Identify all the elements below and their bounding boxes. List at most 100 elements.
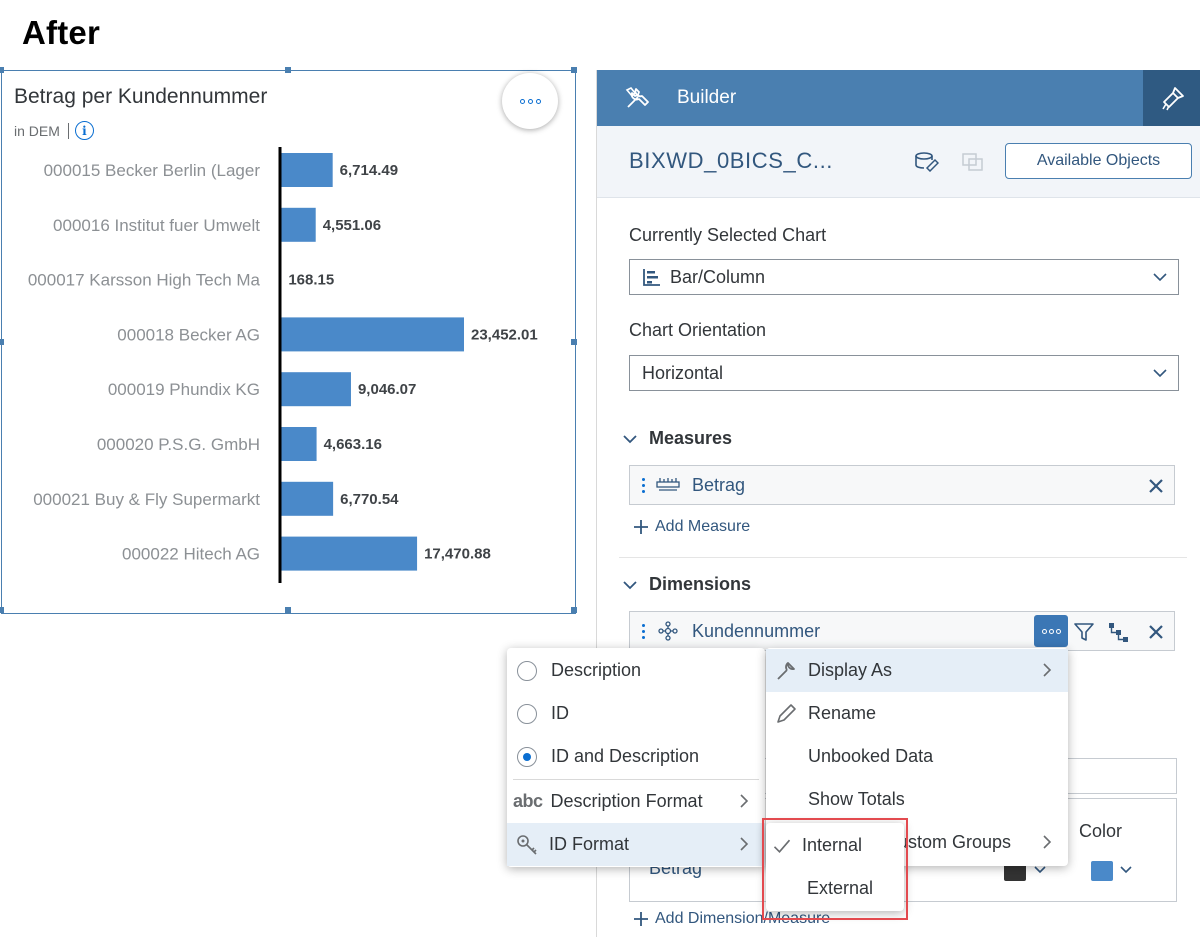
chevron-right-icon bbox=[1043, 835, 1052, 849]
menu-item-label: ID Format bbox=[549, 834, 630, 854]
value-label: 168.15 bbox=[288, 272, 334, 289]
paintbrush-icon bbox=[1162, 87, 1184, 111]
menu-item-label: Description Format bbox=[550, 791, 703, 811]
category-label: 000015 Becker Berlin (Lager bbox=[44, 161, 261, 180]
value-label: 4,551.06 bbox=[323, 217, 381, 234]
selected-chart-label: Currently Selected Chart bbox=[629, 225, 827, 245]
chevron-down-icon bbox=[1153, 369, 1167, 378]
value-label: 17,470.88 bbox=[424, 546, 491, 563]
radio-button[interactable] bbox=[517, 703, 537, 724]
dimension-more-button[interactable] bbox=[1034, 615, 1068, 647]
category-label: 000018 Becker AG bbox=[117, 325, 260, 344]
divider bbox=[619, 557, 1187, 558]
menu-item-display-as[interactable]: Display As bbox=[766, 649, 1068, 692]
category-label: 000016 Institut fuer Umwelt bbox=[53, 216, 260, 235]
bar[interactable] bbox=[280, 372, 351, 407]
menu-item-unbooked-data[interactable]: Unbooked Data bbox=[766, 735, 1068, 778]
menu-item-label: ID bbox=[551, 703, 569, 723]
category-label: 000017 Karsson High Tech Ma bbox=[28, 271, 261, 290]
abc-icon: abc bbox=[513, 791, 543, 811]
remove-icon[interactable] bbox=[1146, 622, 1166, 642]
menu-item-label: Rename bbox=[808, 703, 877, 723]
measure-name: Betrag bbox=[692, 474, 746, 495]
copy-icon bbox=[962, 153, 983, 171]
builder-title: Builder bbox=[677, 87, 737, 108]
available-objects-button[interactable]: Available Objects bbox=[1005, 143, 1192, 179]
wrench-icon bbox=[777, 661, 795, 680]
page-heading: After bbox=[22, 14, 101, 51]
builder-header: Builder bbox=[597, 70, 1200, 126]
category-label: 000020 P.S.G. GmbH bbox=[97, 435, 260, 454]
hierarchy-icon[interactable] bbox=[1106, 620, 1130, 644]
bar[interactable] bbox=[280, 207, 316, 242]
add-measure-label: Add Measure bbox=[655, 518, 751, 535]
value-label: 6,714.49 bbox=[340, 162, 398, 179]
menu-item-label: Unbooked Data bbox=[808, 746, 934, 766]
menu-item-label: Description bbox=[551, 660, 642, 680]
measures-section-header[interactable]: Measures bbox=[623, 428, 732, 449]
plus-icon bbox=[634, 520, 648, 534]
highlight-annotation bbox=[762, 818, 908, 920]
radio-button[interactable] bbox=[517, 660, 537, 681]
drag-handle[interactable] bbox=[642, 477, 646, 493]
menu-item-label: ustom Groups bbox=[898, 832, 1012, 852]
edit-model-icon[interactable] bbox=[913, 150, 939, 172]
bar-chart: 000015 Becker Berlin (Lager 6,714.49 00001… bbox=[28, 147, 538, 583]
styling-tab[interactable] bbox=[1143, 70, 1200, 126]
value-label: 9,046.07 bbox=[358, 381, 416, 398]
radio-button-selected[interactable] bbox=[517, 746, 537, 767]
dimensions-section-header[interactable]: Dimensions bbox=[623, 574, 751, 595]
orientation-label: Chart Orientation bbox=[629, 320, 767, 340]
key-icon bbox=[517, 834, 537, 855]
bar[interactable] bbox=[280, 317, 464, 352]
plus-icon bbox=[634, 912, 648, 926]
dimension-name: Kundennummer bbox=[692, 620, 821, 641]
value-label: 4,663.16 bbox=[324, 436, 382, 453]
tools-icon[interactable] bbox=[623, 84, 651, 112]
value-label: 23,452.01 bbox=[471, 326, 538, 343]
chevron-down-icon[interactable] bbox=[1119, 864, 1133, 876]
menu-item-label: Display As bbox=[808, 660, 893, 680]
measure-token[interactable]: Betrag bbox=[629, 465, 1175, 505]
menu-item-rename[interactable]: Rename bbox=[766, 692, 1068, 735]
hierarchy-dimension-icon bbox=[658, 621, 678, 641]
category-label: 000021 Buy & Fly Supermarkt bbox=[33, 490, 260, 509]
chart-widget[interactable]: Betrag per Kundennummer in DEM i 000015 … bbox=[0, 67, 577, 614]
measure-ruler-icon bbox=[656, 478, 680, 491]
menu-item-id[interactable]: ID bbox=[507, 692, 765, 735]
menu-item-description[interactable]: Description bbox=[507, 649, 765, 692]
menu-item-description-format[interactable]: abc Description Format bbox=[507, 780, 765, 823]
chevron-right-icon bbox=[740, 837, 749, 851]
chevron-right-icon bbox=[1043, 663, 1052, 677]
dimensions-label: Dimensions bbox=[649, 574, 752, 594]
bar[interactable] bbox=[280, 481, 334, 516]
drag-handle[interactable] bbox=[642, 623, 646, 639]
model-row: BIXWD_0BICS_C... Available Objects bbox=[597, 126, 1200, 198]
menu-item-label: Show Totals bbox=[808, 789, 905, 809]
chevron-down-icon bbox=[1153, 273, 1167, 282]
menu-item-id-format[interactable]: ID Format bbox=[507, 823, 765, 866]
chevron-right-icon bbox=[740, 794, 749, 808]
chevron-down-icon bbox=[623, 580, 637, 589]
model-name[interactable]: BIXWD_0BICS_C... bbox=[629, 148, 833, 174]
category-label: 000019 Phundix KG bbox=[108, 380, 260, 399]
bar-chart-icon bbox=[643, 269, 660, 286]
add-measure-link[interactable]: Add Measure bbox=[633, 518, 750, 536]
remove-icon[interactable] bbox=[1146, 476, 1166, 496]
bar[interactable] bbox=[280, 427, 317, 461]
chart-type-select[interactable]: Bar/Column bbox=[629, 259, 1179, 295]
filter-icon[interactable] bbox=[1072, 620, 1096, 644]
dimension-token[interactable]: Kundennummer bbox=[629, 611, 1175, 651]
value-label: 6,770.54 bbox=[340, 491, 399, 508]
bar[interactable] bbox=[280, 536, 418, 571]
chart-type-value: Bar/Column bbox=[670, 266, 766, 287]
color-swatch[interactable] bbox=[1091, 861, 1113, 881]
display-as-menu: Description ID ID and Description abc De… bbox=[507, 648, 765, 867]
orientation-select[interactable]: Horizontal bbox=[629, 355, 1179, 391]
menu-item-show-totals[interactable]: Show Totals bbox=[766, 778, 1068, 821]
bar[interactable] bbox=[280, 153, 333, 187]
pencil-icon bbox=[777, 703, 796, 723]
color-column-label: Color bbox=[1079, 821, 1123, 841]
measures-label: Measures bbox=[649, 428, 733, 448]
menu-item-id-and-description[interactable]: ID and Description bbox=[507, 735, 765, 778]
